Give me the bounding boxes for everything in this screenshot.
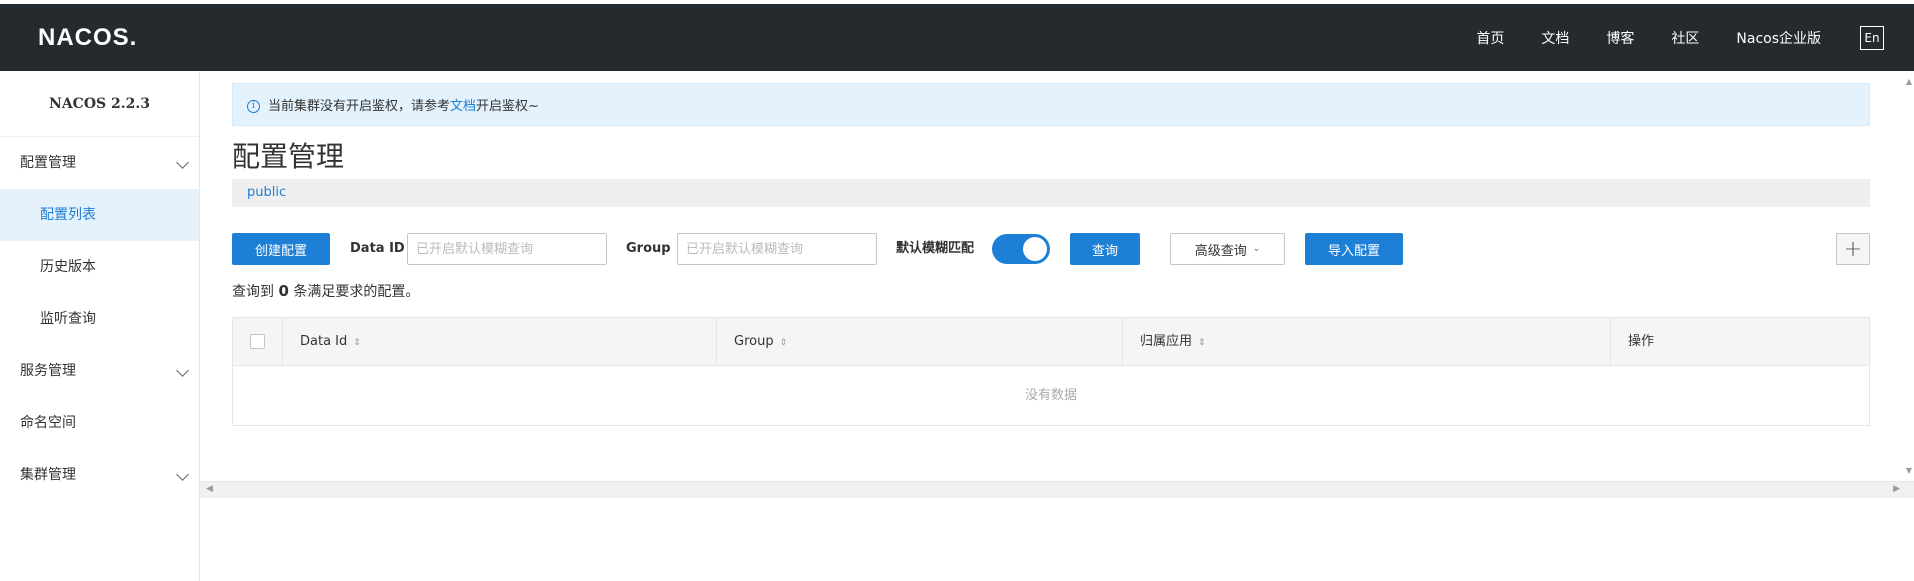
sidebar-item-listener-query[interactable]: 监听查询 bbox=[0, 293, 199, 345]
nacos-logo[interactable]: NACOS. bbox=[38, 24, 137, 52]
chevron-down-icon: ⌄ bbox=[1252, 244, 1261, 254]
namespace-bar: public bbox=[232, 179, 1870, 207]
alert-text-suffix: 开启鉴权~ bbox=[476, 99, 539, 114]
dataid-label: Data ID bbox=[350, 241, 405, 256]
group-input[interactable] bbox=[677, 233, 877, 265]
horizontal-scrollbar[interactable]: ◀ ▶ bbox=[200, 481, 1914, 498]
advanced-query-label: 高级查询 bbox=[1194, 243, 1247, 259]
namespace-public-link[interactable]: public bbox=[247, 185, 286, 200]
alert-docs-link[interactable]: 文档 bbox=[450, 95, 476, 114]
info-icon: i bbox=[247, 99, 260, 113]
top-navbar: NACOS. 首页 文档 博客 社区 Nacos企业版 En bbox=[0, 4, 1914, 71]
group-label: Group bbox=[626, 241, 671, 256]
language-switch-button[interactable]: En bbox=[1860, 25, 1884, 50]
sidebar-item-cluster-management[interactable]: 集群管理 bbox=[0, 449, 199, 501]
chevron-down-icon bbox=[176, 156, 189, 169]
import-config-button[interactable]: 导入配置 bbox=[1305, 233, 1403, 265]
sidebar-item-label: 配置列表 bbox=[40, 207, 96, 223]
result-prefix: 查询到 bbox=[232, 284, 274, 300]
version-label: NACOS 2.2.3 bbox=[0, 71, 199, 137]
column-label: 操作 bbox=[1628, 334, 1655, 349]
advanced-query-button[interactable]: 高级查询 ⌄ bbox=[1170, 233, 1285, 265]
sidebar-item-label: 历史版本 bbox=[40, 259, 96, 275]
fuzzy-match-label: 默认模糊匹配 bbox=[896, 241, 975, 256]
empty-state: 没有数据 bbox=[1024, 388, 1077, 403]
toggle-knob bbox=[1023, 237, 1047, 261]
sidebar-item-namespace[interactable]: 命名空间 bbox=[0, 397, 199, 449]
nav-home[interactable]: 首页 bbox=[1476, 28, 1504, 48]
top-nav: 首页 文档 博客 社区 Nacos企业版 En bbox=[1476, 4, 1914, 71]
column-header-dataid[interactable]: Data Id ⇕ bbox=[283, 318, 717, 366]
sidebar-item-config-list[interactable]: 配置列表 bbox=[0, 189, 199, 241]
scroll-up-icon[interactable]: ▲ bbox=[1906, 77, 1912, 86]
table-header: Data Id ⇕ Group ⇕ 归属应用 ⇕ 操作 bbox=[233, 318, 1869, 366]
sidebar-item-label: 命名空间 bbox=[20, 415, 76, 431]
sort-icon[interactable]: ⇕ bbox=[1198, 338, 1206, 348]
sidebar-item-label: 集群管理 bbox=[20, 467, 76, 483]
column-header-group[interactable]: Group ⇕ bbox=[717, 318, 1123, 366]
result-suffix: 条满足要求的配置。 bbox=[293, 284, 420, 300]
column-label: Group bbox=[734, 334, 774, 349]
scroll-left-icon[interactable]: ◀ bbox=[206, 484, 213, 494]
sidebar: NACOS 2.2.3 配置管理 配置列表 历史版本 监听查询 服务管理 命名空… bbox=[0, 71, 200, 581]
sidebar-item-label: 监听查询 bbox=[40, 311, 96, 327]
nav-blog[interactable]: 博客 bbox=[1606, 28, 1634, 48]
vertical-scrollbar[interactable]: ▲ ▼ bbox=[1904, 71, 1914, 481]
sort-icon[interactable]: ⇕ bbox=[780, 338, 788, 348]
sidebar-item-service-management[interactable]: 服务管理 bbox=[0, 345, 199, 397]
scroll-down-icon[interactable]: ▼ bbox=[1906, 466, 1912, 475]
sidebar-item-label: 服务管理 bbox=[20, 363, 76, 379]
nav-docs[interactable]: 文档 bbox=[1541, 28, 1569, 48]
chevron-down-icon bbox=[176, 364, 189, 377]
query-toolbar: 创建配置 Data ID Group 默认模糊匹配 查询 高级查询 ⌄ 导入配置… bbox=[232, 233, 1870, 265]
column-header-app[interactable]: 归属应用 ⇕ bbox=[1123, 318, 1611, 366]
dataid-input[interactable] bbox=[407, 233, 607, 265]
scroll-right-icon[interactable]: ▶ bbox=[1893, 484, 1900, 494]
column-header-actions: 操作 bbox=[1611, 318, 1869, 366]
nav-community[interactable]: 社区 bbox=[1671, 28, 1699, 48]
sidebar-item-config-management[interactable]: 配置管理 bbox=[0, 137, 199, 189]
config-table: Data Id ⇕ Group ⇕ 归属应用 ⇕ 操作 没有数据 bbox=[232, 317, 1870, 426]
nav-enterprise[interactable]: Nacos企业版 bbox=[1736, 28, 1821, 48]
column-label: 归属应用 bbox=[1140, 334, 1193, 349]
sidebar-item-label: 配置管理 bbox=[20, 155, 76, 171]
query-button[interactable]: 查询 bbox=[1070, 233, 1140, 265]
select-all-cell bbox=[233, 318, 283, 366]
auth-alert: i 当前集群没有开启鉴权，请参考 文档 开启鉴权~ bbox=[232, 83, 1870, 126]
main-content: i 当前集群没有开启鉴权，请参考 文档 开启鉴权~ 配置管理 public 创建… bbox=[200, 71, 1914, 581]
select-all-checkbox[interactable] bbox=[250, 334, 265, 349]
sidebar-item-history[interactable]: 历史版本 bbox=[0, 241, 199, 293]
alert-text-prefix: 当前集群没有开启鉴权，请参考 bbox=[268, 99, 451, 114]
create-config-button[interactable]: 创建配置 bbox=[232, 233, 330, 265]
plus-icon[interactable]: + bbox=[1836, 233, 1870, 265]
sort-icon[interactable]: ⇕ bbox=[353, 338, 361, 348]
column-label: Data Id bbox=[300, 334, 348, 349]
result-count: 0 bbox=[278, 282, 289, 300]
chevron-down-icon bbox=[176, 468, 189, 481]
result-summary: 查询到 0 条满足要求的配置。 bbox=[232, 281, 419, 301]
page-title: 配置管理 bbox=[232, 140, 345, 173]
fuzzy-match-toggle[interactable] bbox=[992, 234, 1050, 264]
